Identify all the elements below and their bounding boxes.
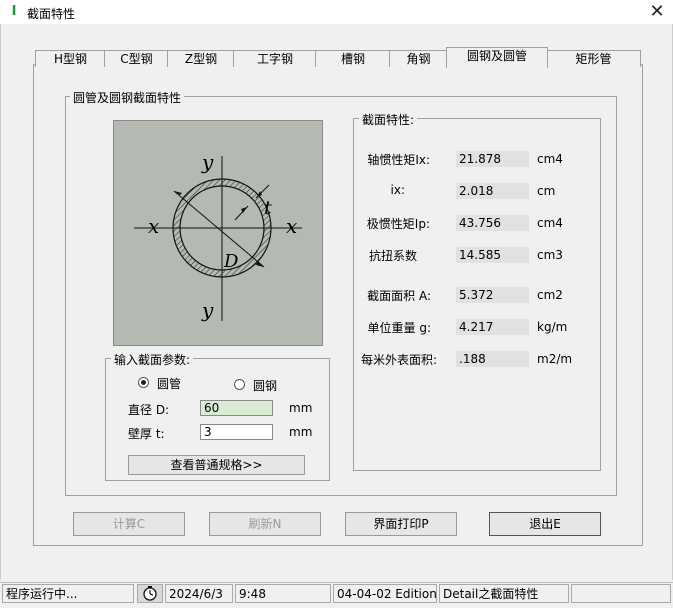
- print-button[interactable]: 界面打印P: [345, 512, 457, 536]
- tab-i-beam[interactable]: 工字钢: [233, 50, 317, 67]
- prop-label-ix: 轴惯性矩Ix:: [367, 153, 430, 167]
- refresh-button[interactable]: 刷新N: [209, 512, 321, 536]
- prop-label-weight: 单位重量 g:: [367, 321, 431, 335]
- x-left-label: x: [148, 214, 159, 238]
- tab-angle[interactable]: 角钢: [389, 50, 448, 67]
- tab-rect-tube[interactable]: 矩形管: [546, 50, 641, 67]
- clock-icon: [137, 584, 163, 603]
- prop-value-ip: 43.756: [456, 215, 529, 231]
- window-title: 截面特性: [27, 7, 76, 21]
- tab-channel[interactable]: 槽钢: [315, 50, 391, 67]
- prop-label-torsion: 抗扭系数: [369, 249, 418, 263]
- close-button[interactable]: ✕: [643, 1, 671, 23]
- y-top-label: y: [201, 150, 214, 174]
- status-detail: Detail之截面特性: [439, 584, 569, 603]
- status-time: 9:48: [235, 584, 331, 603]
- prop-value-radius: 2.018: [456, 183, 529, 199]
- prop-unit-surface: m2/m: [537, 352, 573, 366]
- prop-unit-torsion: cm3: [537, 248, 563, 262]
- radio-bar-label[interactable]: 圆钢: [253, 377, 277, 394]
- x-right-label: x: [286, 214, 297, 238]
- tab-c-steel[interactable]: C型钢: [104, 50, 169, 67]
- status-edition: 04-04-02 Edition: [333, 584, 437, 603]
- diameter-unit: mm: [289, 401, 313, 415]
- calc-button[interactable]: 计算C: [73, 512, 185, 536]
- thickness-input[interactable]: 3: [200, 424, 273, 440]
- prop-unit-area: cm2: [537, 288, 563, 302]
- thickness-label: 壁厚 t:: [128, 427, 165, 441]
- props-group-title: 截面特性:: [359, 111, 418, 128]
- t-label: t: [264, 197, 272, 219]
- thickness-unit: mm: [289, 425, 313, 439]
- app-icon: I: [11, 4, 17, 19]
- d-label: D: [223, 251, 239, 272]
- radio-dot: [141, 380, 146, 385]
- tab-z-steel[interactable]: Z型钢: [167, 50, 235, 67]
- prop-unit-ix: cm4: [537, 152, 563, 166]
- prop-unit-ip: cm4: [537, 216, 563, 230]
- radio-tube[interactable]: [138, 377, 149, 388]
- prop-label-ip: 极惯性矩Ip:: [366, 217, 430, 231]
- diameter-label: 直径 D:: [128, 403, 170, 417]
- tab-round-tube[interactable]: 圆钢及圆管: [446, 47, 548, 68]
- prop-label-surface: 每米外表面积:: [361, 353, 438, 367]
- status-running: 程序运行中...: [2, 584, 134, 603]
- view-specs-button[interactable]: 查看普通规格>>: [128, 455, 305, 475]
- prop-unit-radius: cm: [537, 184, 556, 198]
- exit-button[interactable]: 退出E: [489, 512, 601, 536]
- diameter-input[interactable]: 60: [200, 400, 273, 416]
- prop-value-area: 5.372: [456, 287, 529, 303]
- prop-value-torsion: 14.585: [456, 247, 529, 263]
- prop-label-area: 截面面积 A:: [367, 289, 431, 303]
- title-bar: [0, 0, 673, 24]
- section-group-title: 圆管及圆钢截面特性: [70, 89, 185, 106]
- input-group-title: 输入截面参数:: [111, 351, 194, 368]
- prop-label-radius: ix:: [390, 183, 405, 197]
- prop-value-ix: 21.878: [456, 151, 529, 167]
- y-bottom-label: y: [201, 298, 214, 322]
- radio-bar[interactable]: [234, 379, 245, 390]
- radio-tube-label[interactable]: 圆管: [157, 375, 181, 392]
- prop-unit-weight: kg/m: [537, 320, 568, 334]
- status-empty: [571, 584, 671, 603]
- section-figure: y y x x t D: [113, 120, 323, 346]
- prop-value-weight: 4.217: [456, 319, 529, 335]
- tab-h-steel[interactable]: H型钢: [35, 50, 106, 67]
- status-date: 2024/6/3: [165, 584, 233, 603]
- prop-value-surface: .188: [456, 351, 529, 367]
